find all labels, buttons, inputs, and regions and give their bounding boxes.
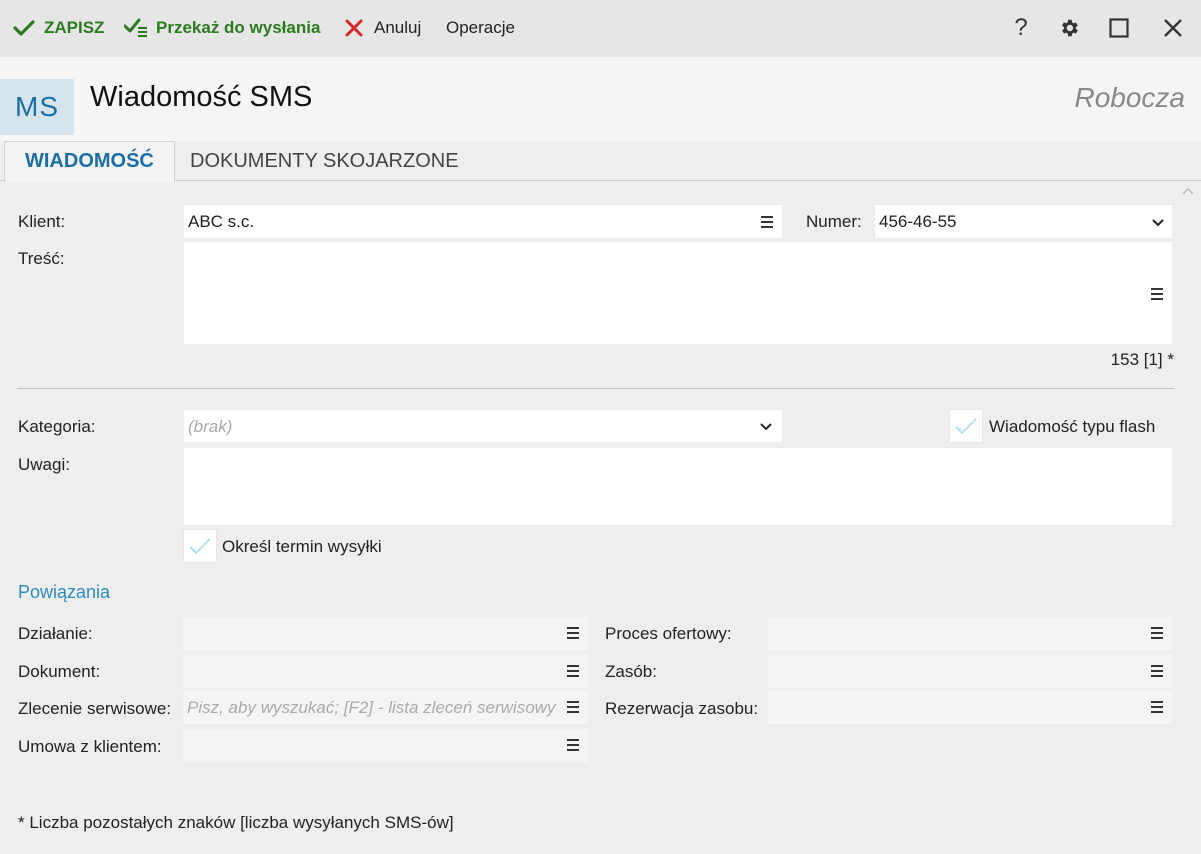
help-button[interactable]: ? (1007, 14, 1035, 42)
notes-textarea[interactable] (183, 447, 1173, 526)
maximize-icon (1109, 18, 1129, 38)
resource-reservation-label: Rezerwacja zasobu: (605, 699, 759, 718)
list-icon[interactable] (761, 216, 773, 228)
category-placeholder: (brak) (188, 417, 233, 436)
document-type-badge: MS (0, 79, 74, 135)
document-field[interactable] (183, 655, 588, 688)
schedule-checkbox[interactable] (183, 529, 217, 563)
scroll-up-icon[interactable] (1181, 186, 1195, 196)
document-label: Dokument: (18, 662, 101, 681)
service-order-placeholder: Pisz, aby wyszukać; [F2] - lista zleceń … (187, 698, 556, 717)
tab-related-documents[interactable]: DOKUMENTY SKOJARZONE (170, 141, 479, 181)
list-icon[interactable] (1151, 627, 1163, 639)
flash-checkbox[interactable] (949, 409, 983, 443)
number-value: 456-46-55 (879, 212, 957, 231)
relations-section-title: Powiązania (18, 582, 111, 602)
tab-bar: WIADOMOŚĆ DOKUMENTY SKOJARZONE (0, 141, 1201, 182)
save-label: ZAPISZ (44, 18, 105, 37)
save-button[interactable]: ZAPISZ (12, 16, 104, 40)
close-icon (1164, 19, 1182, 37)
divider (17, 388, 1174, 389)
status-label: Robocza (1074, 82, 1185, 113)
close-red-icon (342, 16, 366, 40)
chevron-down-icon (1152, 219, 1164, 227)
chevron-down-icon (760, 423, 772, 431)
document-header: MS Wiadomość SMS Robocza (0, 57, 1201, 141)
schedule-label: Określ termin wysyłki (222, 537, 382, 556)
list-icon[interactable] (567, 627, 579, 639)
page-title: Wiadomość SMS (90, 81, 313, 113)
list-icon[interactable] (567, 701, 579, 713)
list-icon[interactable] (1151, 288, 1163, 300)
send-label: Przekaż do wysłania (156, 18, 321, 37)
list-icon[interactable] (567, 665, 579, 677)
char-counter: 153 [1] * (1110, 350, 1174, 369)
settings-button[interactable] (1055, 14, 1083, 42)
toolbar: ZAPISZ Przekaż do wysłania Anuluj Operac… (0, 0, 1201, 57)
number-select[interactable]: 456-46-55 (874, 204, 1173, 239)
contract-label: Umowa z klientem: (18, 737, 162, 756)
checkmark-list-icon (124, 16, 148, 40)
content-textarea[interactable] (183, 241, 1173, 345)
close-window-button[interactable] (1159, 14, 1187, 42)
category-label: Kategoria: (18, 417, 96, 436)
help-icon: ? (1014, 14, 1028, 41)
offer-process-label: Proces ofertowy: (605, 624, 732, 643)
footnote: * Liczba pozostałych znaków [liczba wysy… (18, 813, 454, 832)
operations-menu[interactable]: Operacje (446, 16, 515, 40)
notes-label: Uwagi: (18, 455, 70, 474)
cancel-label: Anuluj (374, 18, 422, 37)
checkmark-light-icon (189, 538, 211, 555)
offer-process-field[interactable] (768, 617, 1172, 650)
list-icon[interactable] (1151, 701, 1163, 713)
client-value: ABC s.c. (188, 212, 255, 231)
category-select[interactable]: (brak) (183, 409, 783, 443)
contract-field[interactable] (183, 729, 588, 762)
resource-reservation-field[interactable] (768, 691, 1172, 724)
action-field[interactable] (183, 617, 588, 650)
flash-label: Wiadomość typu flash (989, 417, 1156, 436)
resource-field[interactable] (768, 655, 1172, 688)
list-icon[interactable] (1151, 665, 1163, 677)
gear-icon (1062, 19, 1078, 37)
client-field[interactable]: ABC s.c. (183, 204, 783, 239)
content-label: Treść: (18, 249, 65, 268)
checkmark-icon (12, 16, 36, 40)
service-order-field[interactable]: Pisz, aby wyszukać; [F2] - lista zleceń … (183, 691, 588, 724)
service-order-label: Zlecenie serwisowe: (18, 699, 172, 718)
cancel-button[interactable]: Anuluj (342, 16, 421, 40)
send-button[interactable]: Przekaż do wysłania (124, 16, 320, 40)
client-label: Klient: (18, 212, 66, 231)
action-label: Działanie: (18, 624, 93, 643)
tab-message[interactable]: WIADOMOŚĆ (4, 141, 175, 182)
operations-label: Operacje (446, 18, 515, 37)
number-label: Numer: (806, 212, 862, 231)
list-icon[interactable] (567, 739, 579, 751)
checkmark-light-icon (955, 418, 977, 435)
maximize-button[interactable] (1105, 14, 1133, 42)
resource-label: Zasób: (605, 662, 657, 681)
